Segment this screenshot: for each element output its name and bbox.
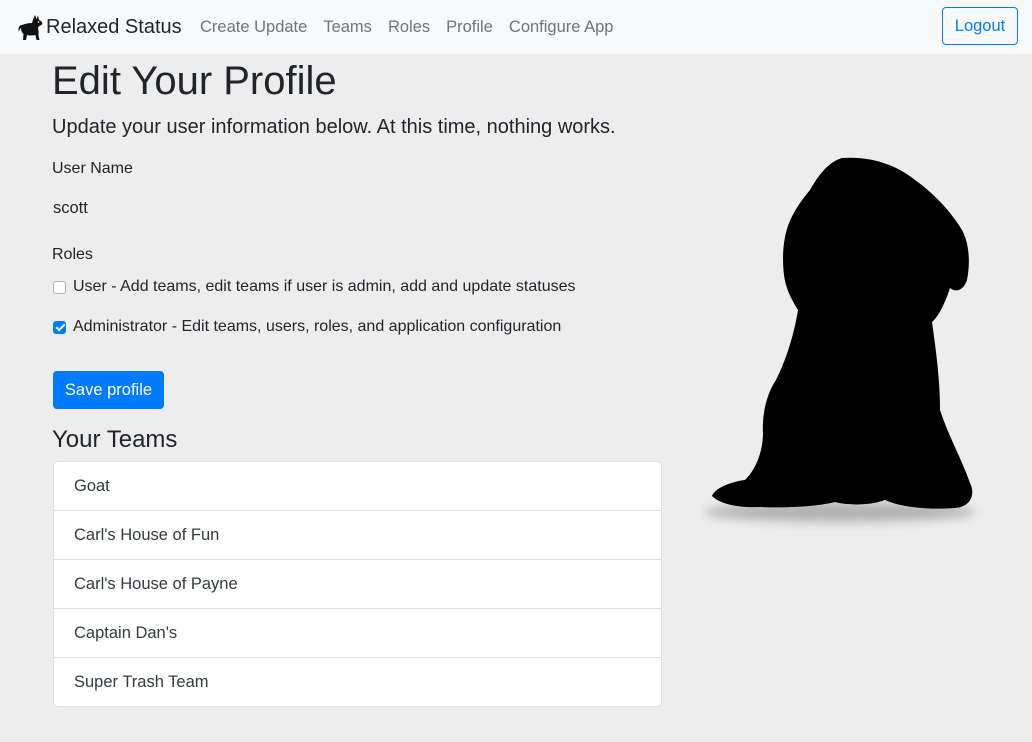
teams-title: Your Teams <box>52 426 178 453</box>
role-user-option[interactable]: User - Add teams, edit teams if user is … <box>53 277 575 297</box>
role-admin-checkbox[interactable] <box>53 320 66 334</box>
role-user-label[interactable]: User - Add teams, edit teams if user is … <box>73 277 575 297</box>
page-lead: Update your user information below. At t… <box>52 116 616 138</box>
top-navbar: Relaxed Status Create Update Teams Roles… <box>0 0 1032 54</box>
brand[interactable]: Relaxed Status <box>18 12 182 42</box>
dog-silhouette <box>705 157 975 522</box>
role-user-checkbox[interactable] <box>53 280 66 294</box>
nav-links: Create Update Teams Roles Profile Config… <box>192 16 621 38</box>
logout-button[interactable]: Logout <box>942 7 1018 45</box>
team-list-item[interactable]: Super Trash Team <box>54 658 661 706</box>
brand-name: Relaxed Status <box>46 15 182 38</box>
username-label: User Name <box>52 160 133 177</box>
team-list-item[interactable]: Goat <box>54 462 661 511</box>
save-profile-button[interactable]: Save profile <box>53 371 164 409</box>
page-title: Edit Your Profile <box>52 59 337 103</box>
dog-logo-icon <box>18 15 43 40</box>
role-admin-option[interactable]: Administrator - Edit teams, users, roles… <box>53 317 561 337</box>
team-list-item[interactable]: Captain Dan's <box>54 609 661 658</box>
nav-roles[interactable]: Roles <box>380 16 438 38</box>
role-admin-label[interactable]: Administrator - Edit teams, users, roles… <box>73 317 561 337</box>
team-list-item[interactable]: Carl's House of Fun <box>54 511 661 560</box>
username-value: scott <box>53 199 88 217</box>
nav-profile[interactable]: Profile <box>438 16 501 38</box>
nav-teams[interactable]: Teams <box>315 16 380 38</box>
dog-body <box>712 157 973 509</box>
team-list-item[interactable]: Carl's House of Payne <box>54 560 661 609</box>
nav-configure-app[interactable]: Configure App <box>501 16 622 38</box>
nav-create-update[interactable]: Create Update <box>192 16 315 38</box>
roles-label: Roles <box>52 246 93 263</box>
team-list: Goat Carl's House of Fun Carl's House of… <box>53 461 662 707</box>
